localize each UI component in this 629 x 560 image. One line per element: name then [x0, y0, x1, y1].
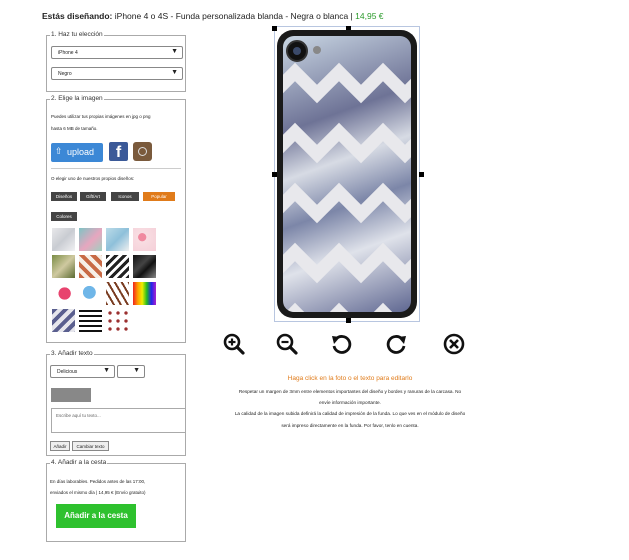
text-input[interactable]: Escribe aquí tu texto... [51, 408, 186, 433]
design-thumbnail[interactable] [106, 228, 129, 251]
chevron-pattern [283, 62, 411, 312]
step4-panel: 4. Añadir a la cesta En días laborables.… [46, 459, 186, 542]
upload-icon: ⇧ [55, 146, 63, 156]
design-thumbnail[interactable] [106, 309, 129, 332]
edit-hint: Haga click en la foto o el texto para ed… [287, 375, 413, 382]
size-select[interactable]: ▼ [117, 365, 145, 378]
upload-hint-1: Puedes utilizar tus propias imágenes en … [51, 114, 151, 119]
upload-label: upload [67, 147, 95, 157]
design-thumbnail[interactable] [133, 255, 156, 278]
flash-icon [313, 46, 321, 54]
step2-legend: 2. Elige la imagen [50, 95, 104, 102]
resize-handle[interactable] [272, 26, 277, 31]
divider [51, 168, 181, 169]
design-thumbnail[interactable] [79, 255, 102, 278]
rotate-right-icon[interactable] [386, 333, 408, 355]
design-thumbnail[interactable] [133, 282, 156, 305]
design-thumbnail[interactable] [106, 282, 129, 305]
choose-design-text: O elegir uno de nuestros propios diseños… [51, 176, 135, 181]
chevron-down-icon: ▼ [133, 367, 140, 374]
design-thumbnail[interactable] [133, 228, 156, 251]
chevron-down-icon: ▼ [171, 48, 178, 55]
margin-note-1: Respetar un margen de 3mm entre elemento… [238, 389, 462, 394]
design-canvas[interactable] [272, 26, 424, 323]
chevron-down-icon: ▼ [103, 367, 110, 374]
zoom-in-icon[interactable] [223, 333, 245, 355]
zoom-out-icon[interactable] [276, 333, 298, 355]
step2-panel: 2. Elige la imagen Puedes utilizar tus p… [46, 95, 186, 343]
design-header: Estás diseñando: iPhone 4 o 4S - Funda p… [42, 11, 384, 21]
phone-case [277, 30, 417, 318]
model-select[interactable]: iPhone 4 ▼ [51, 46, 183, 59]
text-input-placeholder: Escribe aquí tu texto... [56, 413, 101, 418]
design-thumbnail[interactable] [52, 282, 75, 305]
add-text-button[interactable]: Añadir [50, 441, 70, 451]
chevron-down-icon: ▼ [171, 69, 178, 76]
instagram-button[interactable] [133, 142, 152, 161]
resize-handle[interactable] [419, 172, 424, 177]
step4-legend: 4. Añadir a la cesta [50, 459, 108, 466]
step3-legend: 3. Añadir texto [50, 350, 94, 357]
font-select[interactable]: Delicious ▼ [50, 365, 115, 378]
facebook-button[interactable]: f [109, 142, 128, 161]
margin-note-2: envíe información importante. [319, 400, 381, 405]
case-design [283, 36, 411, 312]
resize-handle[interactable] [346, 318, 351, 323]
design-thumbnail[interactable] [52, 309, 75, 332]
header-label: Estás diseñando: [42, 11, 113, 21]
change-text-button[interactable]: Cambiar texto [72, 441, 109, 451]
design-thumbnail[interactable] [79, 228, 102, 251]
text-color-picker[interactable] [51, 388, 91, 402]
category-popular[interactable]: Popular [143, 192, 175, 201]
rotate-left-icon[interactable] [330, 333, 352, 355]
step1-legend: 1. Haz tu elección [50, 31, 104, 38]
category-disenos[interactable]: Diseños [51, 192, 77, 201]
category-gift-art[interactable]: Gift/Art [80, 192, 106, 201]
color-select-value: Negro [58, 71, 72, 77]
design-thumbnail[interactable] [79, 282, 102, 305]
shipping-info-1: En días laborables. Pedidos antes de las… [50, 479, 146, 484]
category-iconos[interactable]: Iconos [111, 192, 139, 201]
design-thumbnail[interactable] [106, 255, 129, 278]
font-select-value: Delicious [57, 369, 78, 375]
add-to-cart-button[interactable]: Añadir a la cesta [56, 504, 136, 528]
model-select-value: iPhone 4 [58, 50, 78, 56]
shipping-info-2: enviados el mismo día | 14,95 € (Envío g… [50, 490, 146, 495]
design-thumbnail[interactable] [52, 228, 75, 251]
quality-note-1: La calidad de la imagen subida definirá … [234, 411, 466, 416]
camera-cutout [286, 40, 308, 62]
design-thumbnail[interactable] [52, 255, 75, 278]
step1-panel: 1. Haz tu elección iPhone 4 ▼ Negro ▼ [46, 31, 186, 92]
product-price: 14,95 € [355, 11, 384, 21]
delete-icon[interactable] [443, 333, 465, 355]
quality-note-2: será impreso directamente en la funda. P… [281, 423, 419, 428]
product-name: iPhone 4 o 4S - Funda personalizada blan… [114, 11, 353, 21]
upload-button[interactable]: ⇧ upload [51, 143, 103, 162]
upload-hint-2: hasta 6 MB de tamaño. [51, 126, 98, 131]
design-thumbnail[interactable] [79, 309, 102, 332]
step3-panel: 3. Añadir texto Delicious ▼ ▼ Escribe aq… [46, 350, 186, 456]
color-select[interactable]: Negro ▼ [51, 67, 183, 80]
category-colores[interactable]: Colores [51, 212, 77, 221]
